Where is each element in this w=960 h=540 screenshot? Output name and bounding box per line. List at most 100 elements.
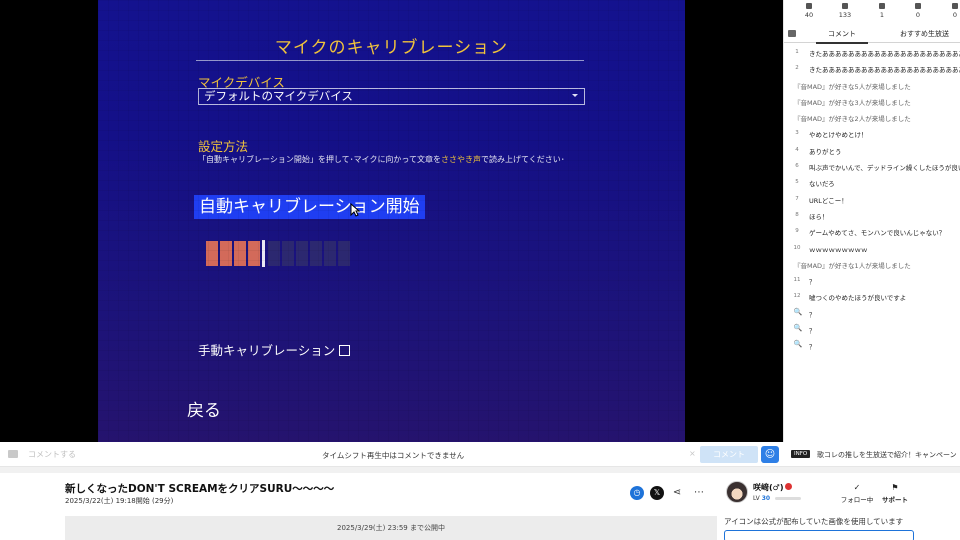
- meter-segment: [220, 241, 232, 266]
- meter-segment: [338, 241, 350, 266]
- mic-device-value: デフォルトのマイクデバイス: [204, 89, 353, 103]
- comment-number: 6: [795, 163, 799, 170]
- follow-button[interactable]: ✓ フォロー中: [839, 483, 875, 504]
- timeshift-notice: タイムシフト再生中はコメントできません: [322, 451, 465, 460]
- meter-segment: [268, 241, 280, 266]
- secondary-input[interactable]: [724, 530, 914, 540]
- comment-number: 9: [795, 228, 799, 235]
- comment-text: ？: [809, 343, 816, 352]
- chevron-down-icon: [572, 94, 578, 97]
- mic-device-select: デフォルトのマイクデバイス: [198, 88, 585, 105]
- premium-badge-icon: [785, 483, 793, 490]
- comment-number: 11: [793, 277, 801, 284]
- timeshift-icon[interactable]: ◷: [630, 486, 644, 500]
- manual-calibration-label: 手動キャリブレーション: [198, 343, 336, 358]
- comment-row[interactable]: 🔍？: [784, 337, 960, 353]
- comment-text: ないだろ: [809, 180, 835, 189]
- comment-number: 12: [793, 293, 801, 300]
- comment-number: 1: [795, 49, 799, 55]
- gift-icon: [915, 3, 921, 9]
- comment-text: 『音MAD』が好きな5人が来場しました: [794, 82, 911, 91]
- desc-highlight: ささやき声: [441, 155, 482, 164]
- comment-row[interactable]: 8 ほら！: [784, 207, 960, 223]
- comment-submit-button[interactable]: コメント: [700, 446, 758, 463]
- x-share-icon[interactable]: 𝕏: [650, 486, 664, 500]
- comment-text: 『音MAD』が好きな3人が来場しました: [794, 98, 911, 107]
- comment-row[interactable]: 🔍？: [784, 321, 960, 337]
- flag-icon: ⚑: [891, 483, 899, 492]
- system-message[interactable]: 『音MAD』が好きな5人が来場しました: [784, 77, 960, 93]
- viewers-icon: [806, 3, 812, 9]
- info-tag: INFO: [791, 450, 811, 458]
- comment-icon: [8, 450, 18, 458]
- comment-row[interactable]: 6 叫ぶ声でかいんで、デッドライン繰くしたほうが良いで: [784, 158, 960, 174]
- tab-recommended[interactable]: おすすめ生放送: [900, 29, 949, 39]
- desc-part-a: 「自動キャリブレーション開始」を押して･マイクに向かって文章を: [198, 155, 442, 164]
- comment-text: 嘘つくのやめたほうが良いですよ: [809, 294, 907, 303]
- comment-text: 『音MAD』が好きな2人が来場しました: [794, 115, 911, 124]
- comment-text: ？: [809, 278, 816, 287]
- mouse-cursor-icon: [350, 203, 360, 217]
- method-description: 「自動キャリブレーション開始」を押して･マイクに向かって文章をささやき声で読み上…: [198, 153, 578, 166]
- info-banner[interactable]: INFO 歌コレの推しを生放送で紹介！キャンペーン: [783, 442, 960, 467]
- search-icon: 🔍: [793, 307, 803, 316]
- clear-icon[interactable]: ×: [689, 449, 696, 458]
- section-divider: [0, 467, 960, 473]
- comment-text: きたあああああああああああああああああああああああああああ: [809, 66, 960, 75]
- comment-row[interactable]: 11 ？: [784, 272, 960, 288]
- comment-input[interactable]: コメントする: [28, 449, 76, 460]
- promo-text[interactable]: 歌コレの推しを生放送で紹介！キャンペーン: [817, 450, 957, 460]
- meter-segment: [248, 241, 260, 266]
- emotion-button-icon[interactable]: ☺: [761, 446, 779, 463]
- stat-presents: 0: [940, 3, 960, 19]
- check-icon: ✓: [853, 483, 861, 492]
- comment-row[interactable]: 12 嘘つくのやめたほうが良いですよ: [784, 288, 960, 304]
- comment-row[interactable]: 4 ありがとう: [784, 142, 960, 158]
- comment-text: URLどこー！: [809, 196, 848, 205]
- checkbox-icon: [339, 345, 351, 356]
- meter-segment: [282, 241, 294, 266]
- comment-list[interactable]: 1 きたあああああああああああああああああああああああああああ 2 きたあああああああ…: [784, 44, 960, 354]
- title-divider: [196, 60, 584, 61]
- comment-row[interactable]: 🔍？: [784, 305, 960, 321]
- panel-tabs: コメント おすすめ生放送: [784, 26, 960, 44]
- system-message[interactable]: 『音MAD』が好きな1人が来場しました: [784, 256, 960, 272]
- share-icon[interactable]: ⋖: [672, 486, 682, 500]
- calibration-title: マイクのキャリブレーション: [274, 38, 509, 58]
- comment-row[interactable]: 3 やめとけやめとけ！: [784, 125, 960, 141]
- user-name[interactable]: 咲﨑(♂): [753, 482, 793, 493]
- comment-row[interactable]: 2 きたあああああああああああああああああああああああああああ: [784, 60, 960, 76]
- avatar[interactable]: [726, 481, 748, 503]
- more-icon[interactable]: ⋯: [692, 486, 706, 500]
- comment-text: きたあああああああああああああああああああああああああああ: [809, 50, 960, 58]
- manual-calibration-option: 手動キャリブレーション: [198, 340, 351, 359]
- comment-number: 10: [793, 244, 801, 251]
- stat-gifts: 0: [903, 3, 933, 19]
- system-message[interactable]: 『音MAD』が好きな3人が来場しました: [784, 93, 960, 109]
- desc-part-b: で読み上げてください･: [481, 155, 565, 164]
- meter-segment: [296, 241, 308, 266]
- meter-threshold-marker: [262, 240, 265, 267]
- comment-text: やめとけやめとけ！: [809, 131, 868, 140]
- comment-text: ありがとう: [809, 147, 842, 156]
- comment-number: 3: [795, 130, 799, 137]
- system-message[interactable]: 『音MAD』が好きな2人が来場しました: [784, 109, 960, 125]
- support-button[interactable]: ⚑ サポート: [881, 483, 909, 504]
- side-panel: 40 133 1 0 0 コメント おすすめ生放送 1 きたあああああああああああ…: [783, 0, 960, 442]
- program-title: 新しくなったDON'T SCREAMをクリアSURU～～～～: [65, 483, 335, 495]
- comment-text: ？: [809, 327, 816, 336]
- search-icon: 🔍: [793, 340, 803, 349]
- video-player[interactable]: マイクのキャリブレーション マイクデバイス デフォルトのマイクデバイス 設定方法…: [0, 0, 783, 442]
- tab-comments[interactable]: コメント: [816, 29, 868, 44]
- meter-segment: [206, 241, 218, 266]
- comment-row[interactable]: 5 ないだろ: [784, 174, 960, 190]
- comment-row[interactable]: 10 ｗｗｗｗｗｗｗｗｗ: [784, 240, 960, 256]
- comment-row[interactable]: 1 きたあああああああああああああああああああああああああああ: [784, 44, 960, 60]
- comment-text: ゲームやめてさ、モンハンで良いんじゃない？: [809, 229, 946, 238]
- stat-viewers: 40: [794, 3, 824, 19]
- comment-list-icon[interactable]: [788, 30, 796, 37]
- program-date: 2025/3/22(土) 19:18開始 (29分): [65, 497, 174, 505]
- comment-row[interactable]: 9 ゲームやめてさ、モンハンで良いんじゃない？: [784, 223, 960, 239]
- stats-bar: 40 133 1 0 0: [784, 0, 960, 25]
- comment-row[interactable]: 7 URLどこー！: [784, 191, 960, 207]
